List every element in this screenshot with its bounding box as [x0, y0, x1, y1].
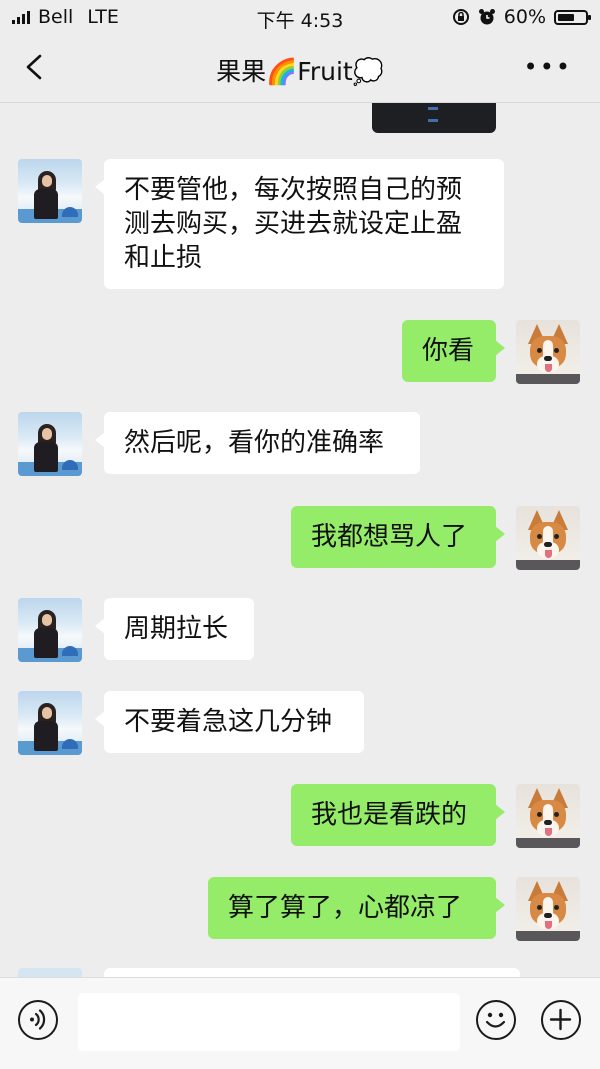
status-bar: Bell LTE 下午 4:53 60%: [0, 0, 600, 34]
message-bubble-outgoing[interactable]: 我也是看跌的: [291, 784, 505, 846]
voice-button[interactable]: [18, 1000, 58, 1040]
rotation-lock-icon: [452, 9, 469, 25]
message-bubble-incoming[interactable]: 然后呢，看你的准确率: [95, 412, 420, 474]
more-dots-icon[interactable]: •••: [524, 55, 572, 79]
voice-icon: [30, 1009, 46, 1030]
contact-avatar[interactable]: [18, 159, 82, 223]
emoji-button[interactable]: [476, 1000, 516, 1040]
plus-button[interactable]: [541, 1000, 581, 1040]
alarm-icon: [478, 9, 495, 25]
input-bar: [0, 977, 600, 1069]
chat-title: 果果🌈Fruit💭: [216, 57, 384, 86]
my-avatar[interactable]: [516, 784, 580, 848]
message-bubble-outgoing[interactable]: 你看: [402, 320, 505, 382]
my-avatar[interactable]: [516, 877, 580, 941]
message-input[interactable]: [78, 993, 460, 1051]
chat-messages[interactable]: 不要管他，每次按照自己的预 测去购买，买进去就设定止盈 和止损 你看 然后呢，看…: [0, 103, 600, 977]
message-bubble-incoming[interactable]: 周期拉长: [95, 598, 254, 660]
emoji-icon: [485, 1012, 506, 1028]
message-partial: [0, 968, 600, 977]
battery-fill: [558, 13, 574, 21]
image-message-partial[interactable]: [372, 103, 496, 133]
plus-icon: [549, 1008, 572, 1031]
message-bubble-outgoing[interactable]: 我都想骂人了: [291, 506, 505, 568]
message-bubble-incoming[interactable]: 不要管他，每次按照自己的预 测去购买，买进去就设定止盈 和止损: [95, 159, 504, 289]
nav-bar: 果果🌈Fruit💭 •••: [0, 34, 600, 103]
my-avatar[interactable]: [516, 320, 580, 384]
battery-icon: [554, 9, 591, 25]
my-avatar[interactable]: [516, 506, 580, 570]
contact-avatar[interactable]: [18, 412, 82, 476]
contact-avatar[interactable]: [18, 691, 82, 755]
battery-percent: 60%: [503, 6, 546, 28]
message-bubble-incoming[interactable]: [104, 968, 520, 977]
message-bubble-outgoing[interactable]: 算了算了，心都凉了: [208, 877, 505, 939]
message-bubble-incoming[interactable]: 不要着急这几分钟: [95, 691, 364, 753]
contact-avatar[interactable]: [18, 968, 82, 977]
contact-avatar[interactable]: [18, 598, 82, 662]
